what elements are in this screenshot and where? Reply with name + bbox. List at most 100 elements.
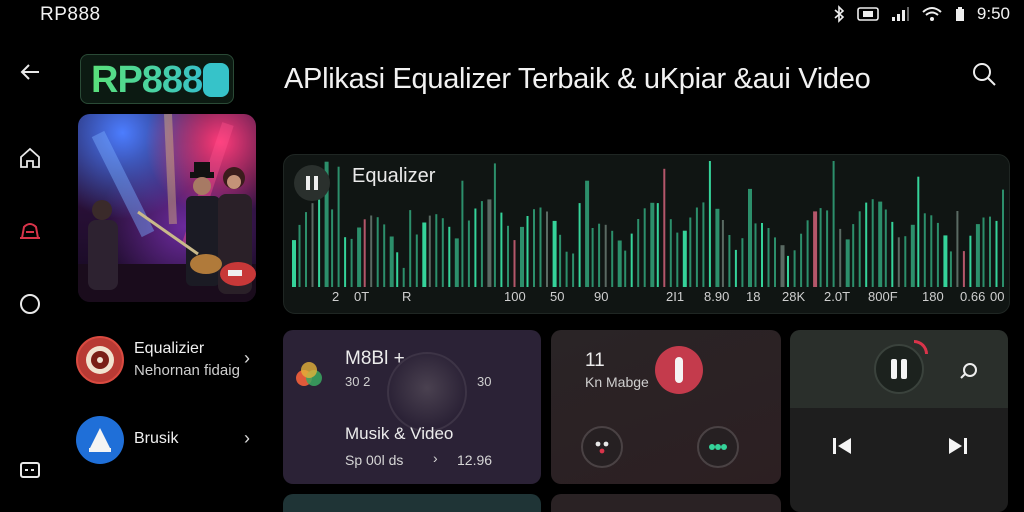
bluetooth-icon — [833, 5, 845, 23]
eq-bar — [656, 203, 659, 287]
status-app-name: RP888 — [40, 4, 101, 25]
eq-bar — [298, 224, 301, 287]
eq-bar — [715, 208, 720, 287]
control-number: 11 — [585, 350, 605, 371]
eq-bar — [500, 212, 503, 287]
eq-bar — [415, 234, 418, 287]
frequency-label: 100 — [504, 289, 526, 304]
equalizer-disc-icon — [76, 336, 124, 384]
eq-bar — [793, 250, 796, 287]
eq-bar — [682, 230, 687, 287]
frequency-label: 2I1 — [666, 289, 685, 304]
search-button[interactable] — [966, 56, 1002, 92]
bottom-card-1[interactable] — [283, 494, 541, 512]
status-bar: RP888 9:50 — [0, 0, 1024, 30]
back-button[interactable] — [12, 54, 48, 90]
frequency-label: 180 — [922, 289, 944, 304]
eq-bar — [826, 210, 829, 287]
eq-bar — [721, 220, 724, 287]
eq-bar — [591, 228, 594, 287]
playlist-button[interactable] — [697, 426, 739, 468]
eq-bar — [741, 238, 744, 287]
color-dots-icon — [293, 360, 325, 392]
equalizer-label: Equalizer — [352, 165, 436, 187]
eq-bar — [839, 228, 842, 287]
music-card[interactable]: M8Bl + 30 2 30 Musik & Video Sp 00l ds ›… — [283, 330, 541, 484]
eq-bar — [292, 240, 296, 287]
volume-knob[interactable] — [387, 352, 467, 432]
eq-bar — [389, 236, 394, 287]
eq-bar — [800, 233, 803, 287]
eq-bar — [487, 199, 492, 287]
side-item-music[interactable]: Brusik › — [76, 414, 256, 468]
frequency-label: R — [402, 289, 412, 304]
eq-bar — [533, 209, 535, 287]
music-sheet-icon — [20, 223, 40, 239]
toggle-icon — [675, 357, 683, 383]
eq-bar — [989, 216, 991, 287]
eq-bar — [728, 235, 731, 287]
eq-bar — [754, 223, 757, 287]
eq-bar — [813, 211, 818, 287]
toggle-button[interactable] — [655, 346, 703, 394]
eq-bar — [604, 224, 607, 287]
control-card[interactable]: 11 Kn Mabge — [551, 330, 781, 484]
music-meta-right: 12.96 — [457, 452, 493, 468]
eq-bar — [748, 188, 752, 287]
eq-bar — [637, 219, 640, 287]
chevron-right-icon: › — [244, 348, 250, 368]
shuffle-button[interactable] — [581, 426, 623, 468]
eq-bar — [585, 180, 590, 287]
player-card[interactable] — [790, 330, 1008, 512]
dots-icon — [595, 441, 609, 454]
nav-rail — [0, 40, 60, 512]
side-item-subtitle: Nehornan fidaig — [134, 362, 240, 379]
eq-bar — [858, 211, 861, 287]
eq-bar — [774, 237, 776, 287]
nav-more[interactable] — [12, 452, 48, 488]
eq-bar — [493, 163, 496, 287]
music-triangle-icon — [76, 416, 124, 464]
chevron-right-icon: › — [433, 450, 438, 466]
replay-button[interactable] — [954, 356, 984, 386]
nav-circle[interactable] — [12, 286, 48, 322]
eq-bar — [376, 217, 379, 287]
eq-bar — [865, 202, 868, 287]
side-item-title: Brusik — [134, 430, 179, 447]
side-item-title: Equalizier — [134, 340, 205, 357]
signal-icon — [891, 6, 909, 22]
frequency-label: 18 — [746, 289, 761, 304]
music-right-value: 30 — [477, 374, 492, 389]
eq-bar — [871, 199, 874, 287]
eq-bar — [943, 235, 948, 287]
window-icon — [20, 462, 40, 478]
album-art[interactable] — [78, 114, 256, 302]
replay-icon — [960, 363, 977, 379]
control-label: Kn Mabge — [585, 374, 649, 390]
eq-bar — [337, 166, 340, 287]
eq-bar — [734, 249, 737, 287]
eq-bar — [787, 255, 789, 287]
previous-button[interactable] — [824, 428, 860, 464]
eq-bar — [428, 215, 431, 287]
eq-bar — [578, 203, 581, 287]
eq-pause-button[interactable] — [294, 165, 330, 201]
side-item-equalizer[interactable]: Equalizier Nehornan fidaig › — [76, 334, 256, 388]
equalizer-card[interactable]: Equalizer 2 0T R 100 50 90 2I1 8.90 18 28K 2.0T 800… — [283, 154, 1010, 314]
frequency-label: 2.0T — [824, 289, 851, 304]
bottom-card-2[interactable] — [551, 494, 781, 512]
next-button[interactable] — [940, 428, 976, 464]
eq-bar — [806, 220, 809, 287]
frequency-label: 2 — [332, 289, 340, 304]
search-icon — [973, 63, 996, 86]
nav-home[interactable] — [12, 140, 48, 176]
eq-bar — [780, 245, 785, 287]
pause-icon — [306, 176, 318, 190]
eq-bar — [761, 223, 763, 287]
eq-bar — [676, 232, 679, 287]
nav-music[interactable] — [12, 212, 48, 248]
frequency-label: 90 — [594, 289, 609, 304]
eq-bar — [904, 236, 907, 287]
eq-bar — [448, 226, 451, 287]
eq-bar — [630, 233, 633, 287]
